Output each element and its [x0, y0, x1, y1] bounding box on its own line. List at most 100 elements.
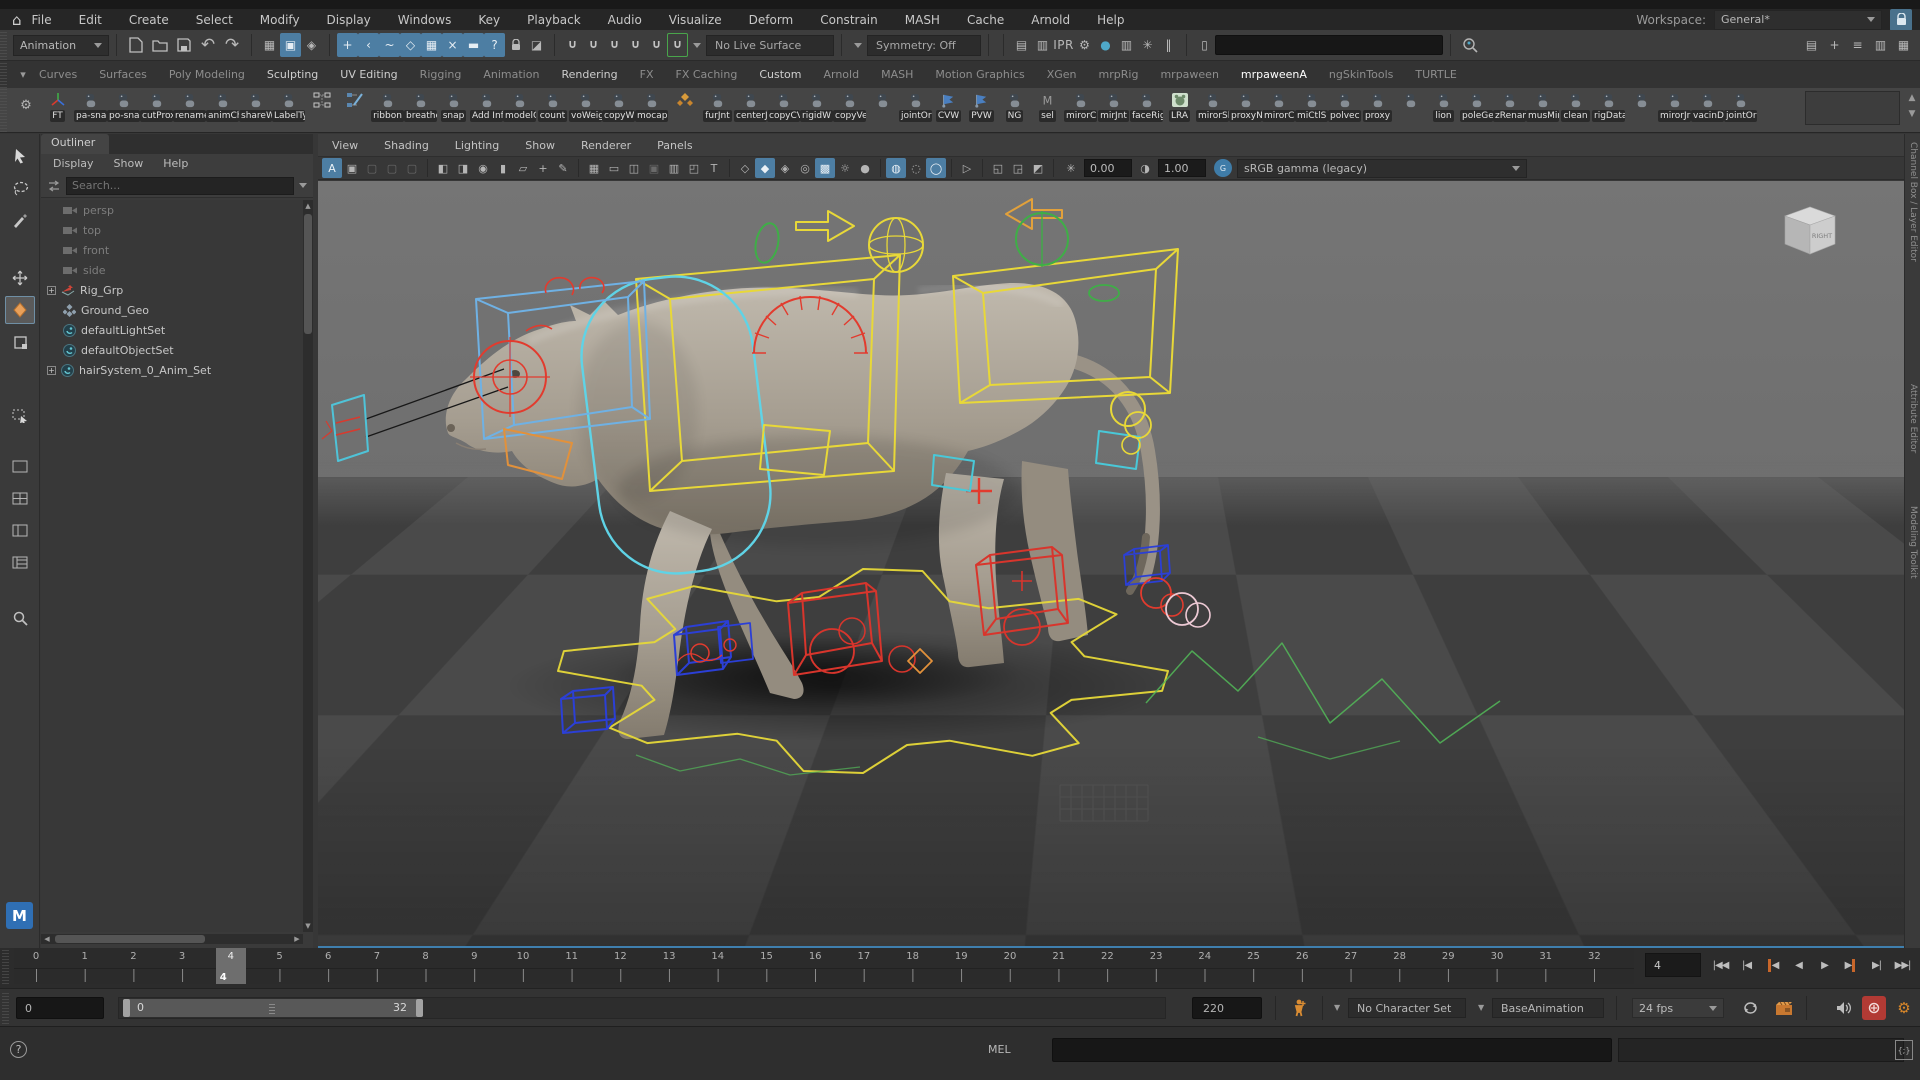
shelf-tab-poly-modeling[interactable]: Poly Modeling [169, 68, 245, 81]
chevron-down-icon[interactable] [693, 43, 701, 48]
playback-looping-icon[interactable] [1738, 996, 1762, 1020]
anti-aliasing-toggle[interactable]: ◯ [926, 158, 946, 178]
camera-attributes-icon[interactable]: ◉ [473, 158, 493, 178]
snapshot-paste-icon[interactable]: ◲ [1008, 158, 1028, 178]
shelf-item-voweig[interactable]: voWeig [569, 90, 602, 122]
menu-mash[interactable]: MASH [905, 13, 940, 27]
shelf-tab-ngskintools[interactable]: ngSkinTools [1329, 68, 1393, 81]
snap-to-grid-icon[interactable]: + [337, 33, 358, 57]
shelf-item-sel[interactable]: Msel [1031, 90, 1064, 122]
light-editor-icon[interactable]: ▥ [1116, 33, 1137, 57]
shelf-tab-rigging[interactable]: Rigging [420, 68, 462, 81]
eye-aim-control[interactable] [332, 395, 368, 461]
select-by-hierarchy-icon[interactable]: ▦ [259, 33, 280, 57]
scroll-up-icon[interactable]: ▲ [303, 200, 313, 212]
shelf-item-mictls[interactable]: miCtlS [1295, 90, 1328, 122]
help-icon[interactable]: ? [10, 1041, 27, 1058]
layout-four-pane[interactable] [5, 484, 35, 512]
wireframe-mode-icon[interactable]: ◇ [735, 158, 755, 178]
outliner-item-defaultlightset[interactable]: defaultLightSet [41, 320, 303, 340]
outliner-item-hairsystem-0-anim-set[interactable]: +hairSystem_0_Anim_Set [41, 360, 303, 380]
open-scene-button[interactable] [148, 33, 172, 57]
sculpting-panel-icon[interactable]: ▤ [1801, 33, 1822, 57]
shelf-item-lra[interactable]: LRA [1163, 90, 1196, 122]
snap-to-projected-center-icon[interactable]: ◇ [400, 33, 421, 57]
make-live-icon[interactable]: × [442, 33, 463, 57]
magnet-center-icon[interactable]: ∩ [625, 33, 646, 57]
lights-toggle-icon[interactable]: ☼ [835, 158, 855, 178]
wireframe-on-shaded-icon[interactable]: ◎ [795, 158, 815, 178]
outliner-item-defaultobjectset[interactable]: defaultObjectSet [41, 340, 303, 360]
quick-entry-field[interactable] [1215, 35, 1443, 55]
shelf-item-nodebrush[interactable] [338, 90, 371, 122]
shelf-tab-fx[interactable]: FX [640, 68, 654, 81]
outliner-item-rig-grp[interactable]: +Rig_Grp [41, 280, 303, 300]
render-view-icon[interactable]: ▤ [1011, 33, 1032, 57]
step-back-key-button[interactable]: ◀ [1760, 951, 1785, 979]
scale-tool[interactable] [5, 328, 35, 356]
colorspace-dropdown[interactable]: sRGB gamma (legacy) [1237, 159, 1527, 178]
shelf-item-mirorc[interactable]: mirorC [1064, 90, 1097, 122]
magnet-live-icon[interactable]: ∩ [667, 33, 688, 57]
step-forward-key-button[interactable]: ▶ [1838, 951, 1863, 979]
green-ellipse-control[interactable] [752, 221, 782, 265]
paint-effects-icon[interactable]: ✳ [1137, 33, 1158, 57]
shelf-item-facerig[interactable]: faceRig [1130, 90, 1163, 122]
shelf-item-diamond[interactable] [668, 90, 701, 122]
shelf-item-jointor[interactable]: jointOr [899, 90, 932, 122]
outliner-tab[interactable]: Outliner [41, 134, 313, 154]
grid-toggle-icon[interactable]: ▦ [584, 158, 604, 178]
shelf-item-copyw[interactable]: copyW [602, 90, 635, 122]
content-browser-icon[interactable] [1458, 33, 1482, 57]
film-gate-icon[interactable]: ▭ [604, 158, 624, 178]
shelf-tab-mrprig[interactable]: mrpRig [1099, 68, 1139, 81]
shelf-tab-mrpaweena[interactable]: mrpaweenA [1241, 68, 1307, 81]
shelf-item-copyve[interactable]: copyVe [833, 90, 866, 122]
shelf-item-count[interactable]: count [536, 90, 569, 122]
bookmark-icon[interactable]: ▮ [493, 158, 513, 178]
shelf-tab-xgen[interactable]: XGen [1047, 68, 1077, 81]
shelf-item-ft[interactable]: FT [41, 90, 74, 122]
time-slider[interactable]: 0123456789101112131415161718192021222324… [0, 948, 1920, 988]
shelf-item-cvw[interactable]: CVW [932, 90, 965, 122]
shelf-tab-fx-caching[interactable]: FX Caching [676, 68, 738, 81]
move-tool[interactable] [5, 264, 35, 292]
safe-title-icon[interactable]: T [704, 158, 724, 178]
auto-keyframe-toggle[interactable] [1862, 996, 1886, 1020]
shelf-item-cutprox[interactable]: cutProx [140, 90, 173, 122]
shelf-tab-uv-editing[interactable]: UV Editing [340, 68, 397, 81]
hypershade-icon[interactable]: ● [1095, 33, 1116, 57]
shelf-item-furjnt[interactable]: furJnt [701, 90, 734, 122]
shelf-tab-rendering[interactable]: Rendering [561, 68, 617, 81]
outliner-item-ground-geo[interactable]: Ground_Geo [41, 300, 303, 320]
layout-zoom[interactable] [5, 604, 35, 632]
small-green-ellipse[interactable] [1089, 285, 1119, 301]
expand-icon[interactable]: + [47, 286, 56, 295]
menu-cache[interactable]: Cache [967, 13, 1004, 27]
lasso-tool[interactable] [5, 174, 35, 202]
viewport-menu-lighting[interactable]: Lighting [455, 139, 499, 152]
safe-action-icon[interactable]: ◰ [684, 158, 704, 178]
shelf-item-musmir[interactable]: musMir [1526, 90, 1559, 122]
viewport-menu-shading[interactable]: Shading [384, 139, 429, 152]
shelf-tab-menu-icon[interactable]: ▾ [15, 68, 31, 81]
outliner-vertical-scrollbar[interactable]: ▲ ▼ [303, 200, 313, 932]
lock-selection-icon[interactable] [505, 33, 526, 57]
select-by-component-icon[interactable]: ◈ [301, 33, 322, 57]
lock-camera-icon[interactable]: ◨ [453, 158, 473, 178]
menu-visualize[interactable]: Visualize [669, 13, 722, 27]
shelf-item-snap[interactable]: snap [437, 90, 470, 122]
toolbar-grip[interactable] [0, 30, 7, 60]
menu-audio[interactable]: Audio [608, 13, 642, 27]
scroll-left-icon[interactable]: ◀ [41, 934, 53, 944]
shelf-options-gear-icon[interactable]: ⚙ [15, 98, 37, 113]
scroll-right-icon[interactable]: ▶ [291, 934, 303, 944]
snap-to-view-plane-icon[interactable]: ▦ [421, 33, 442, 57]
chevron-down-icon[interactable]: ▼ [1478, 1003, 1484, 1012]
timeline-grip[interactable] [2, 950, 9, 984]
shelf-tab-animation[interactable]: Animation [483, 68, 539, 81]
current-frame-marker[interactable]: 4 4 [216, 948, 246, 984]
workspace-lock-icon[interactable] [1890, 9, 1912, 31]
outliner-menu-help[interactable]: Help [163, 157, 188, 174]
live-surface-field[interactable]: No Live Surface [706, 35, 834, 56]
